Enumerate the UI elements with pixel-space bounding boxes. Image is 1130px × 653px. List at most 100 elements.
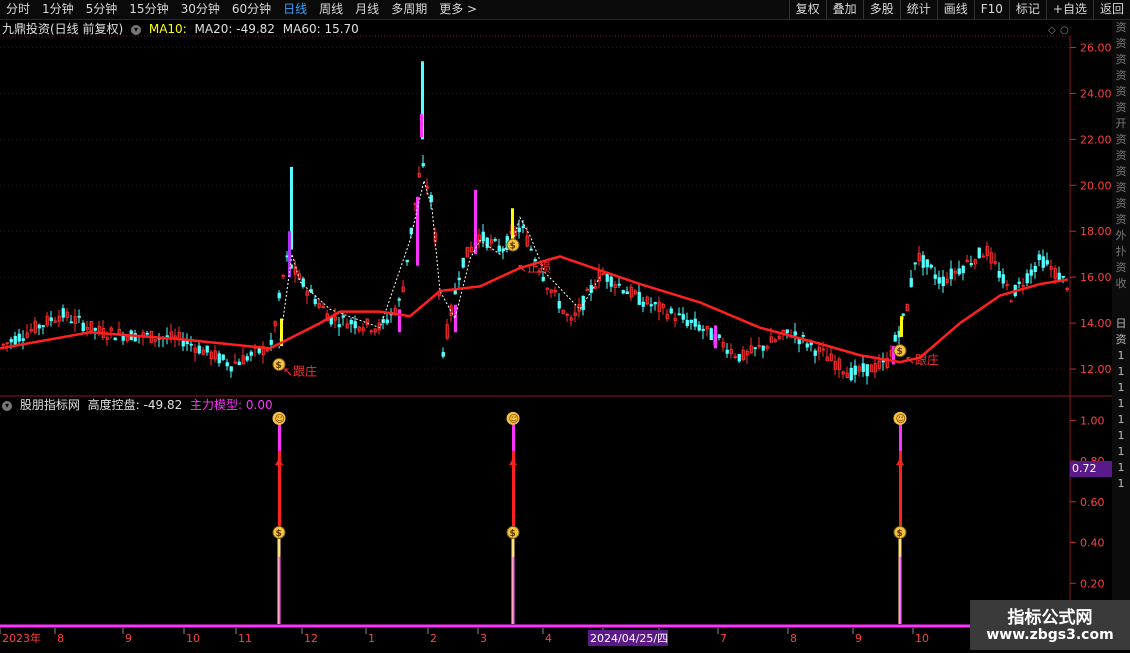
price-tick-label: 22.00 <box>1080 133 1112 146</box>
candle-body <box>605 273 609 282</box>
candle-body <box>1045 260 1049 265</box>
candle-body <box>861 363 865 372</box>
candle-body <box>197 345 201 354</box>
candle-body <box>997 271 1001 278</box>
candle-body <box>501 248 505 252</box>
sidebar-char: 日 <box>1115 317 1127 330</box>
sidebar-char: 扑 <box>1115 245 1127 258</box>
candle-body <box>349 319 353 325</box>
candle-body <box>457 277 461 281</box>
candle-body <box>761 345 765 351</box>
sidebar-char: 1 <box>1117 445 1125 458</box>
sidebar-char: 1 <box>1117 397 1125 410</box>
candle-body <box>709 328 713 340</box>
candle-body <box>685 319 689 327</box>
candle-body <box>493 238 497 241</box>
candle-body <box>77 315 81 318</box>
candle-body <box>801 335 805 337</box>
candle-body <box>497 245 501 252</box>
date-tick-label: 2023年 <box>2 631 41 645</box>
date-tick-label: 1 <box>368 632 375 645</box>
watermark-line1: 指标公式网 <box>1007 608 1093 628</box>
candle-body <box>21 338 25 341</box>
candle-body <box>337 324 341 328</box>
date-tick-label: 4 <box>545 632 552 645</box>
candle-body <box>813 350 817 356</box>
follow-annotation: ↖跟庄 <box>905 352 939 367</box>
sidebar-char: 资 <box>1115 165 1127 178</box>
sidebar-char: 资 <box>1115 85 1127 98</box>
candle-body <box>1037 254 1041 261</box>
candlestick-series <box>1 61 1069 385</box>
sidebar-char: 资 <box>1115 133 1127 146</box>
candle-body <box>1029 269 1033 276</box>
candle-body <box>669 308 673 314</box>
candle-body <box>649 304 653 307</box>
candle-body <box>621 290 625 294</box>
candle-body <box>929 264 933 268</box>
follow-annotation: ↖跟庄 <box>283 363 317 378</box>
signal-candle <box>900 316 903 337</box>
candle-body <box>37 324 41 329</box>
sidebar-char: 资 <box>1115 333 1127 346</box>
indicator-tick-label: 1.00 <box>1080 414 1105 427</box>
candle-body <box>949 268 953 280</box>
candle-body <box>881 360 885 363</box>
sidebar-char: 1 <box>1117 461 1125 474</box>
candle-body <box>421 163 425 167</box>
circle-icon: ○ <box>1060 25 1069 36</box>
date-tick-label: 10 <box>186 632 200 645</box>
candle-body <box>689 319 693 323</box>
candle-body <box>397 298 401 301</box>
sidebar-char: 资 <box>1115 149 1127 162</box>
candle-body <box>93 327 97 331</box>
diamond-icon: ◇ <box>1048 25 1056 36</box>
sidebar-char: 资 <box>1115 261 1127 274</box>
candle-body <box>937 277 941 284</box>
candle-body <box>529 248 533 251</box>
candle-body <box>925 259 929 268</box>
candle-body <box>557 301 561 309</box>
candle-body <box>977 247 981 258</box>
candle-body <box>41 325 45 327</box>
candle-body <box>249 351 253 356</box>
price-tick-label: 14.00 <box>1080 317 1112 330</box>
kline-chart[interactable]: $ ↖跟庄$↖止损$↖跟庄 26.0024.0022.0020.0018.0016… <box>0 0 1112 628</box>
candle-body <box>893 334 897 342</box>
date-tick-label: 7 <box>720 632 727 645</box>
candle-body <box>9 339 13 343</box>
candle-body <box>541 276 545 281</box>
candle-body <box>481 231 485 242</box>
smiley-icon: ☺ <box>509 414 519 425</box>
money-bag-icon: $ <box>276 529 282 539</box>
candle-body <box>693 318 697 327</box>
candle-body <box>849 367 853 381</box>
signal-candle <box>714 325 717 349</box>
candle-body <box>581 295 585 311</box>
candle-body <box>681 314 685 320</box>
candle-body <box>1061 275 1065 278</box>
candle-body <box>341 315 345 318</box>
candle-body <box>145 332 149 335</box>
date-tick-label: 12 <box>304 632 318 645</box>
sidebar-char: 资 <box>1115 53 1127 66</box>
dashed-trend-line <box>278 178 601 349</box>
date-tick-label: 2 <box>430 632 437 645</box>
candle-body <box>725 349 729 354</box>
candle-body <box>961 265 965 274</box>
signal-bar-inner <box>278 556 281 624</box>
candle-body <box>653 302 657 305</box>
candle-body <box>429 195 433 203</box>
sidebar-char: 资 <box>1115 37 1127 50</box>
candle-body <box>1033 265 1037 272</box>
candle-body <box>277 292 281 299</box>
candle-body <box>221 354 225 360</box>
up-arrow-icon <box>896 458 904 466</box>
candle-body <box>909 278 913 287</box>
sidebar-char: 开 <box>1115 117 1127 130</box>
signal-candle <box>420 114 423 138</box>
candle-body <box>697 324 701 331</box>
right-sidebar: 资资资资资资开资资资资资资外扑资收日资111111111 <box>1112 20 1130 628</box>
candle-body <box>49 317 53 322</box>
candle-body <box>313 299 317 305</box>
